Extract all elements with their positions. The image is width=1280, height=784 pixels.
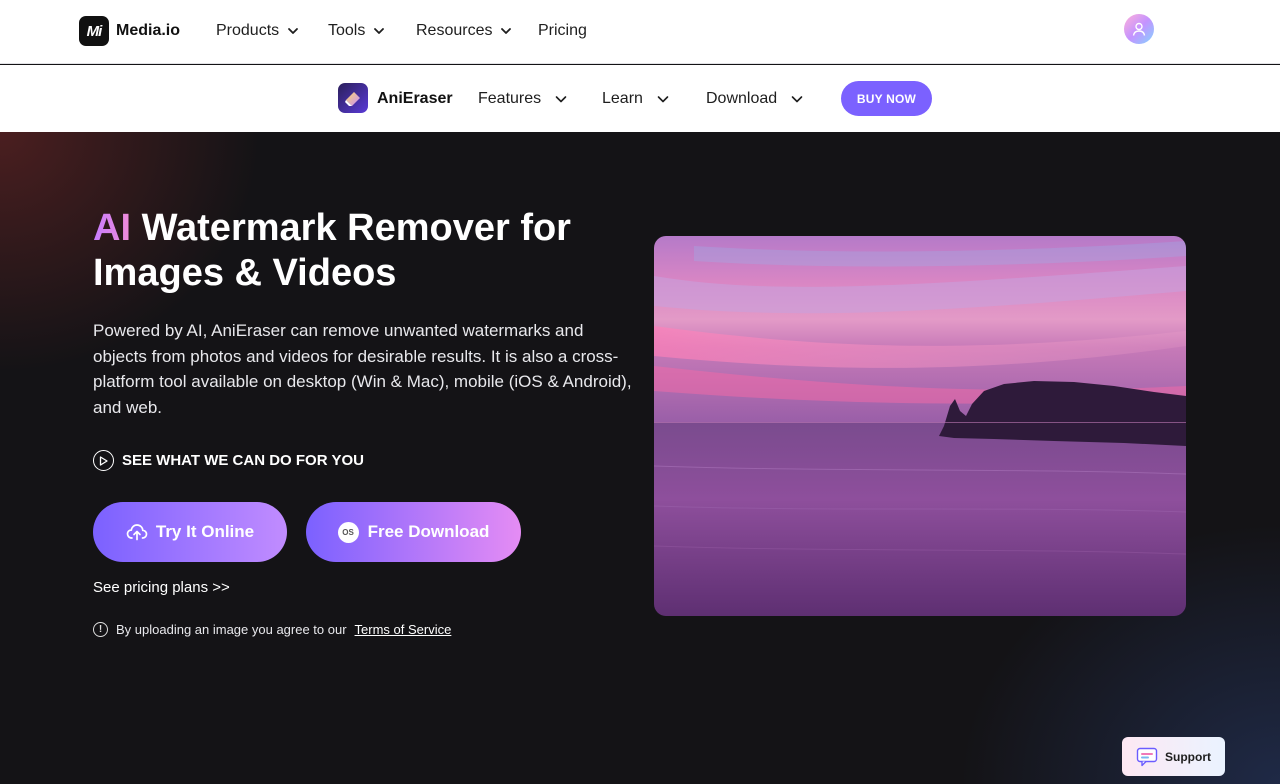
user-avatar[interactable] bbox=[1124, 14, 1154, 44]
try-online-label: Try It Online bbox=[155, 522, 255, 541]
nav-item-products[interactable]: Products bbox=[216, 22, 299, 40]
sunset-sea-illustration bbox=[654, 236, 1186, 616]
nav-item-label: Tools bbox=[328, 22, 366, 39]
free-download-label: Free Download bbox=[367, 522, 490, 541]
media-io-logo: Mi bbox=[79, 16, 109, 46]
hero-description: Powered by AI, AniEraser can remove unwa… bbox=[93, 321, 632, 417]
subnav-item-label: Learn bbox=[602, 90, 643, 107]
hero-headline: AI Watermark Remover for Images & Videos bbox=[93, 206, 613, 296]
hero-sunset-image bbox=[654, 236, 1186, 616]
chevron-down-icon bbox=[288, 28, 299, 34]
support-label: Support bbox=[1165, 749, 1211, 764]
nav-item-label: Products bbox=[216, 22, 280, 39]
subnav-item-features[interactable]: Features bbox=[478, 90, 567, 108]
nav-item-pricing[interactable]: Pricing bbox=[538, 22, 587, 40]
see-what-link[interactable]: SEE WHAT WE CAN DO FOR YOU bbox=[93, 450, 364, 471]
chevron-down-icon bbox=[555, 96, 567, 103]
chevron-down-icon bbox=[657, 96, 669, 103]
terms-prefix: By uploading an image you agree to our bbox=[116, 622, 347, 637]
chevron-down-icon bbox=[374, 28, 385, 34]
brand-link[interactable]: Mi Media.io bbox=[79, 16, 180, 46]
product-subnav: AniEraser Features Learn Download BUY NO… bbox=[0, 65, 1280, 132]
pricing-plans-link[interactable]: See pricing plans >> bbox=[93, 579, 230, 596]
eraser-icon bbox=[345, 92, 360, 106]
headline-text: Watermark Remover for Images & Videos bbox=[93, 207, 571, 294]
subnav-item-label: Download bbox=[706, 90, 778, 107]
play-icon bbox=[93, 450, 114, 471]
product-name[interactable]: AniEraser bbox=[377, 90, 453, 108]
try-online-button[interactable]: Try It Online bbox=[93, 502, 287, 562]
cloud-upload-icon bbox=[126, 524, 148, 541]
chevron-down-icon bbox=[791, 96, 803, 103]
brand-name: Media.io bbox=[116, 22, 181, 39]
top-navbar: Mi Media.io Products Tools Resources Pri… bbox=[0, 0, 1280, 64]
anieraser-logo[interactable] bbox=[338, 83, 368, 113]
subnav-item-label: Features bbox=[478, 90, 542, 107]
hero-section: AI Watermark Remover for Images & Videos… bbox=[0, 132, 1280, 784]
nav-item-label: Resources bbox=[416, 22, 493, 39]
nav-item-resources[interactable]: Resources bbox=[416, 22, 512, 40]
user-icon bbox=[1132, 22, 1146, 36]
nav-item-tools[interactable]: Tools bbox=[328, 22, 385, 40]
headline-accent: AI bbox=[93, 207, 131, 249]
nav-item-label: Pricing bbox=[538, 22, 587, 39]
subnav-item-learn[interactable]: Learn bbox=[602, 90, 669, 108]
see-what-label: SEE WHAT WE CAN DO FOR YOU bbox=[122, 452, 364, 469]
free-download-button[interactable]: OS Free Download bbox=[306, 502, 521, 562]
chat-bubble-icon bbox=[1136, 747, 1158, 766]
chevron-down-icon bbox=[501, 28, 512, 34]
info-icon: ! bbox=[93, 622, 108, 637]
macos-icon: OS bbox=[337, 521, 359, 543]
terms-notice: ! By uploading an image you agree to our… bbox=[93, 622, 451, 637]
buy-now-button[interactable]: BUY NOW bbox=[841, 81, 932, 116]
subnav-item-download[interactable]: Download bbox=[706, 90, 803, 108]
support-button[interactable]: Support bbox=[1122, 737, 1225, 776]
terms-of-service-link[interactable]: Terms of Service bbox=[355, 622, 452, 637]
